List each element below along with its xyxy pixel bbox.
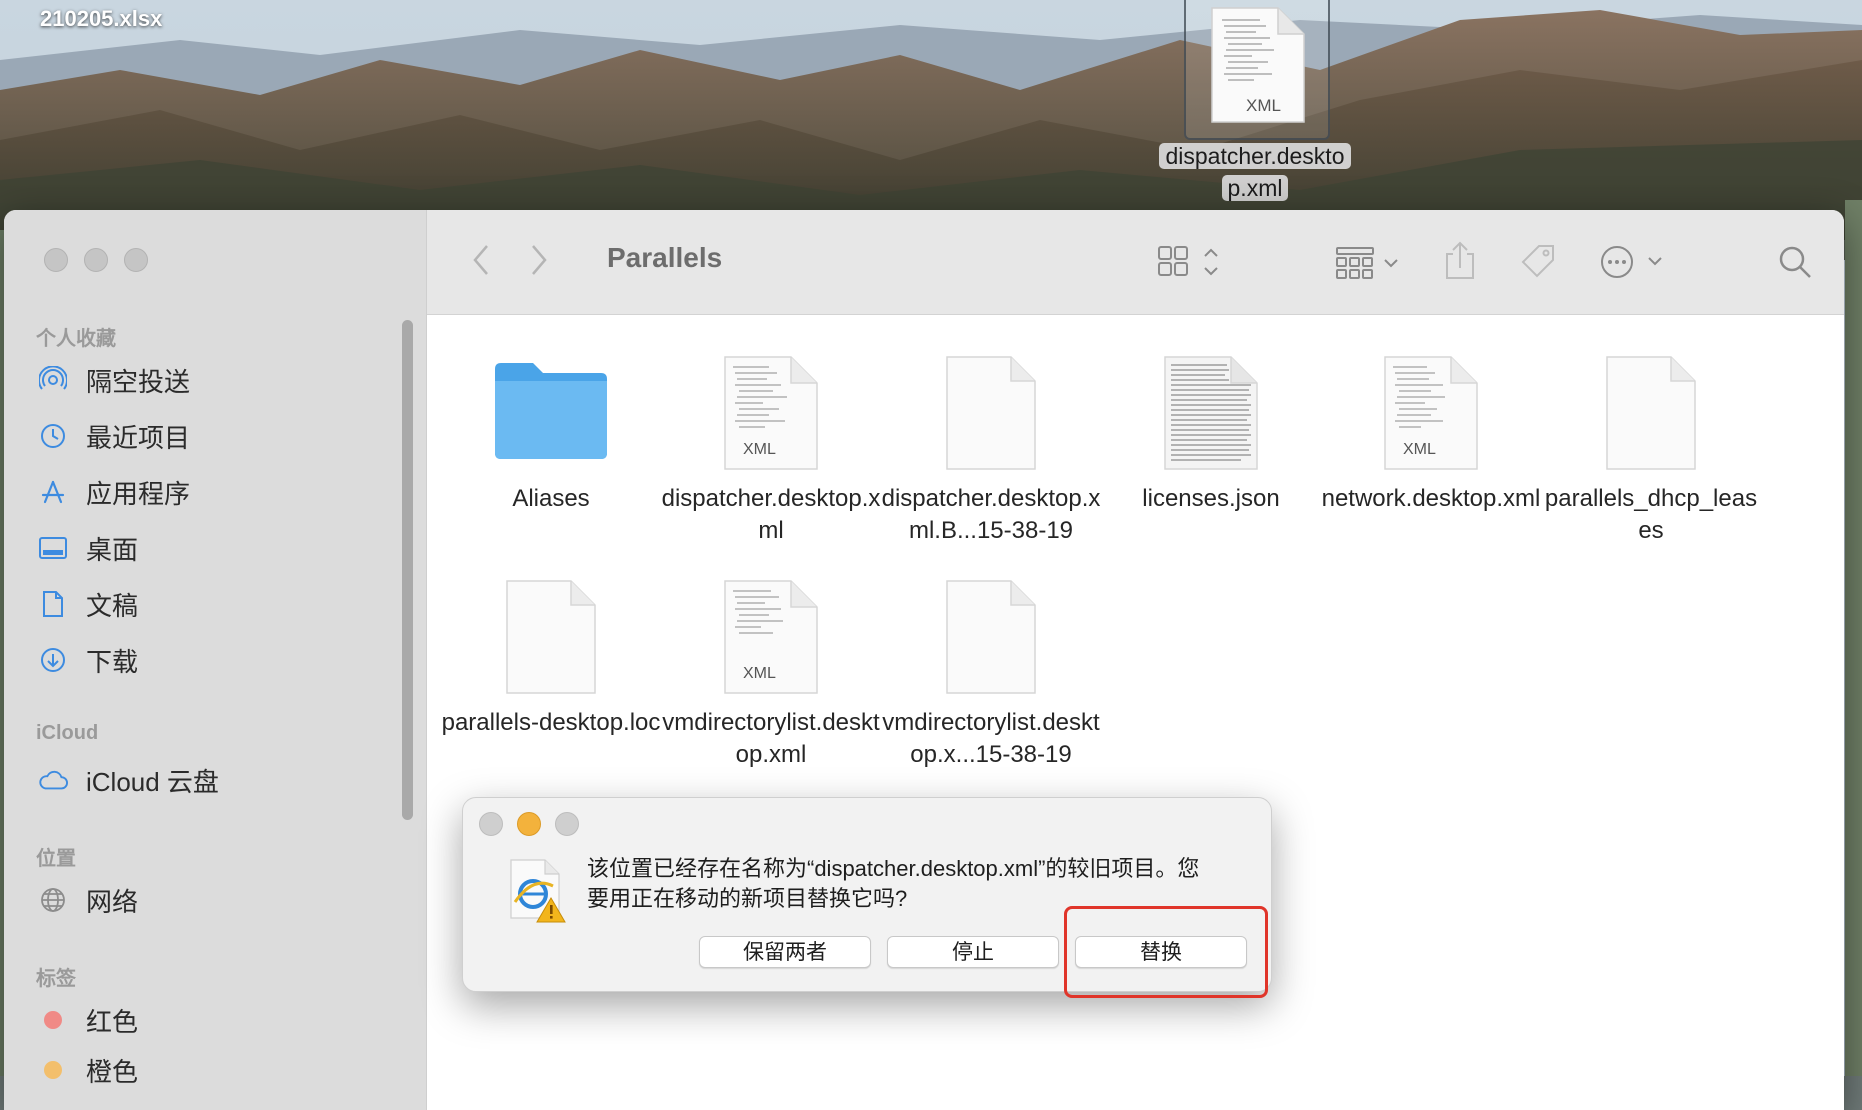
- dialog-window-controls: [479, 812, 579, 836]
- globe-icon: [38, 885, 68, 915]
- sidebar-heading-locations: 位置: [36, 848, 76, 870]
- dialog-close-button[interactable]: [479, 812, 503, 836]
- file-item-vmdirectorylist-xml[interactable]: XML vmdirectorylist.desktop.xml: [661, 575, 881, 771]
- sidebar-item-label: 橙色: [86, 1056, 139, 1087]
- sidebar-item-label: iCloud 云盘: [86, 766, 219, 797]
- dialog-message-line1: 该位置已经存在名称为“dispatcher.desktop.xml”的较旧项目。…: [587, 856, 1200, 881]
- dragged-file-name[interactable]: dispatcher.deskto p.xml: [1138, 140, 1372, 204]
- minimize-button[interactable]: [84, 248, 108, 272]
- file-name: vmdirectorylist.desktop.x...15-38-19: [882, 709, 1100, 768]
- close-button[interactable]: [44, 248, 68, 272]
- sidebar-item-label: 网络: [86, 886, 139, 917]
- clock-icon: [38, 421, 68, 451]
- sidebar-item-recents[interactable]: 最近项目: [38, 416, 190, 456]
- sidebar-item-label: 隔空投送: [86, 366, 191, 397]
- file-name: Aliases: [512, 485, 590, 512]
- sidebar-heading-tags: 标签: [36, 968, 76, 990]
- window-title: Parallels: [607, 242, 723, 273]
- xml-badge: XML: [743, 665, 776, 682]
- sidebar-item-documents[interactable]: 文稿: [38, 584, 138, 624]
- sidebar-item-icloud-drive[interactable]: iCloud 云盘: [38, 760, 219, 800]
- dialog-zoom-button[interactable]: [555, 812, 579, 836]
- file-name: parallels_dhcp_leases: [1544, 485, 1758, 544]
- folder-icon: [491, 351, 611, 471]
- sidebar-item-airdrop[interactable]: 隔空投送: [38, 360, 190, 400]
- sidebar-tag-orange[interactable]: 橙色: [38, 1050, 138, 1090]
- file-name: dispatcher.desktop.xml: [661, 485, 881, 544]
- dragged-file-name-line1: dispatcher.deskto: [1159, 143, 1351, 169]
- text-document-icon: [1151, 351, 1271, 471]
- tag-dot-icon: [38, 1005, 68, 1035]
- sidebar-scrollbar[interactable]: [402, 320, 413, 820]
- xml-document-icon: XML: [1371, 351, 1491, 471]
- more-actions-icon[interactable]: [1599, 244, 1667, 280]
- sidebar-item-label: 桌面: [86, 534, 139, 565]
- file-name: parallels-desktop.loc: [441, 709, 661, 736]
- xml-document-icon: XML: [711, 575, 831, 695]
- dialog-message-line2: 要用正在移动的新项目替换它吗?: [587, 886, 908, 911]
- xml-document-icon: XML: [711, 351, 831, 471]
- blank-document-icon: [491, 575, 611, 695]
- warning-app-icon: [510, 859, 566, 923]
- file-item-network-xml[interactable]: XML network.desktop.xml: [1321, 351, 1541, 515]
- sidebar: 个人收藏 隔空投送 最近项目 应用程序 桌面 文稿 下载 iCloud iClo…: [4, 210, 427, 1110]
- desktop-icon: [38, 533, 68, 563]
- sidebar-heading-favorites: 个人收藏: [36, 328, 116, 350]
- blank-document-icon: [931, 575, 1051, 695]
- sidebar-heading-icloud: iCloud: [36, 722, 99, 744]
- file-item-aliases[interactable]: Aliases: [441, 351, 661, 515]
- annotation-highlight-box: [1064, 906, 1268, 998]
- sidebar-item-label: 最近项目: [86, 422, 191, 453]
- file-name: network.desktop.xml: [1321, 485, 1541, 512]
- share-icon[interactable]: [1443, 240, 1477, 282]
- stop-button[interactable]: 停止: [887, 936, 1059, 968]
- xml-badge: XML: [1403, 441, 1436, 458]
- document-icon: [38, 589, 68, 619]
- file-item-vmdirectorylist-backup[interactable]: vmdirectorylist.desktop.x...15-38-19: [881, 575, 1101, 771]
- sidebar-item-label: 红色: [86, 1006, 139, 1037]
- zoom-button[interactable]: [124, 248, 148, 272]
- sidebar-item-label: 文稿: [86, 590, 139, 621]
- dialog-message: 该位置已经存在名称为“dispatcher.desktop.xml”的较旧项目。…: [587, 854, 1247, 914]
- window-controls: [44, 248, 148, 272]
- back-icon[interactable]: [469, 240, 493, 280]
- dialog-minimize-button[interactable]: [517, 812, 541, 836]
- applications-icon: [38, 477, 68, 507]
- sidebar-item-label: 应用程序: [86, 478, 191, 509]
- file-item-dispatcher-xml[interactable]: XML dispatcher.desktop.xml: [661, 351, 881, 547]
- desktop-file-label[interactable]: 210205.xlsx: [40, 6, 162, 32]
- file-name: licenses.json: [1142, 485, 1280, 512]
- dragged-file-icon[interactable]: XML: [1184, 0, 1330, 140]
- sidebar-item-desktop[interactable]: 桌面: [38, 528, 138, 568]
- file-item-dispatcher-backup[interactable]: dispatcher.desktop.xml.B...15-38-19: [881, 351, 1101, 547]
- file-name: dispatcher.desktop.xml.B...15-38-19: [881, 485, 1101, 544]
- download-icon: [38, 645, 68, 675]
- xml-badge: XML: [1246, 96, 1281, 115]
- blank-document-icon: [1591, 351, 1711, 471]
- blank-document-icon: [931, 351, 1051, 471]
- file-item-desktop-loc[interactable]: parallels-desktop.loc: [441, 575, 661, 739]
- file-name: vmdirectorylist.desktop.xml: [662, 709, 880, 768]
- file-item-dhcp-leases[interactable]: parallels_dhcp_leases: [1541, 351, 1761, 547]
- xml-badge: XML: [743, 441, 776, 458]
- tag-dot-icon: [38, 1055, 68, 1085]
- forward-icon[interactable]: [527, 240, 551, 280]
- cloud-icon: [38, 765, 68, 795]
- keep-both-button[interactable]: 保留两者: [699, 936, 871, 968]
- sidebar-item-label: 下载: [86, 646, 139, 677]
- group-by-icon[interactable]: [1335, 246, 1401, 280]
- file-item-licenses-json[interactable]: licenses.json: [1101, 351, 1321, 515]
- airdrop-icon: [38, 365, 68, 395]
- tag-icon[interactable]: [1519, 242, 1559, 282]
- dragged-file-name-line2: p.xml: [1221, 175, 1289, 201]
- sidebar-tag-red[interactable]: 红色: [38, 1000, 138, 1040]
- sidebar-item-applications[interactable]: 应用程序: [38, 472, 190, 512]
- search-icon[interactable]: [1777, 244, 1813, 280]
- view-grid-icon[interactable]: [1157, 244, 1227, 280]
- sidebar-item-network[interactable]: 网络: [38, 880, 138, 920]
- toolbar: Parallels: [427, 210, 1844, 315]
- sidebar-item-downloads[interactable]: 下载: [38, 640, 138, 680]
